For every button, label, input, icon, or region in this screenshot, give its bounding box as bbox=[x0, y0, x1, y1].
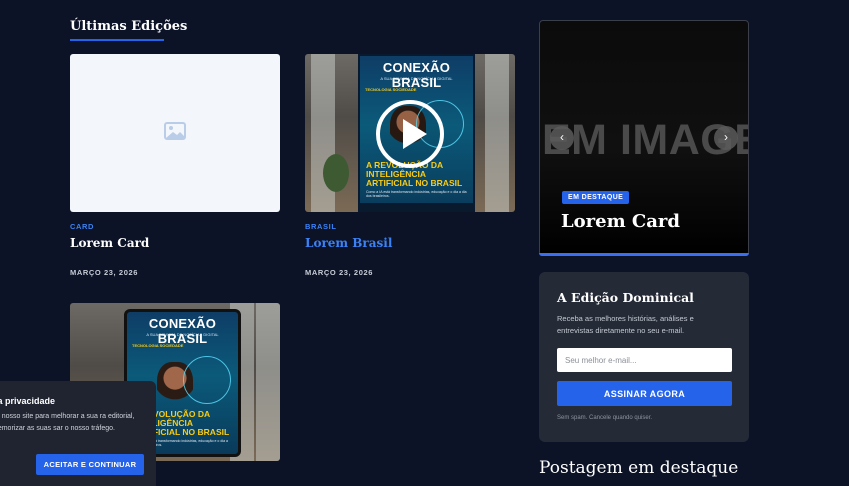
email-input[interactable] bbox=[557, 348, 732, 372]
magazine-tag: TECNOLOGIA SOCIEDADE bbox=[132, 343, 184, 348]
card-thumbnail-placeholder[interactable] bbox=[70, 54, 280, 212]
play-button[interactable] bbox=[376, 100, 444, 168]
newsletter-description: Receba as melhores histórias, análises e… bbox=[557, 314, 694, 335]
chevron-left-icon[interactable]: ‹ bbox=[550, 126, 574, 150]
magazine-subtitle: A SUA REVISTA DE NOTÍCIAS DIGITAL bbox=[146, 332, 219, 337]
magazine-title: CONEXÃO BRASIL bbox=[382, 60, 451, 90]
newsletter-box: A Edição Dominical Receba as melhores hi… bbox=[539, 272, 749, 442]
card-category[interactable]: CARD bbox=[70, 222, 94, 231]
image-placeholder-icon bbox=[164, 122, 186, 140]
magazine-footer bbox=[360, 203, 473, 210]
magazine-hologram bbox=[183, 356, 231, 404]
card-date: MARÇO 23, 2026 bbox=[305, 268, 374, 277]
privacy-text: no nosso site para melhorar a sua ra edi… bbox=[0, 413, 135, 432]
privacy-popup: ua privacidade no nosso site para melhor… bbox=[0, 381, 156, 486]
card-title[interactable]: Lorem Card bbox=[70, 236, 149, 250]
magazine-subtitle: A SUA REVISTA DE NOTÍCIAS DIGITAL bbox=[380, 76, 453, 81]
slide-title[interactable]: Lorem Card bbox=[561, 211, 680, 232]
subscribe-button[interactable]: ASSINAR AGORA bbox=[557, 381, 732, 406]
slider-progress-bar bbox=[539, 253, 749, 256]
card-date: MARÇO 23, 2026 bbox=[70, 268, 139, 277]
card-thumbnail-video[interactable]: CONEXÃO BRASIL A SUA REVISTA DE NOTÍCIAS… bbox=[305, 54, 515, 212]
play-icon bbox=[403, 119, 427, 149]
background-plant bbox=[323, 154, 349, 192]
newsletter-title: A Edição Dominical bbox=[557, 290, 694, 305]
accept-button[interactable]: ACEITAR E CONTINUAR bbox=[36, 454, 144, 475]
chevron-right-icon[interactable]: › bbox=[714, 126, 738, 150]
background-window bbox=[485, 54, 509, 212]
card-title[interactable]: Lorem Brasil bbox=[305, 236, 392, 250]
section-underline bbox=[70, 39, 164, 41]
newsletter-note: Sem spam. Cancele quando quiser. bbox=[557, 415, 653, 421]
privacy-title: ua privacidade bbox=[0, 396, 56, 406]
card-category[interactable]: BRASIL bbox=[305, 222, 337, 231]
magazine-title: CONEXÃO BRASIL bbox=[148, 316, 217, 346]
featured-slider[interactable]: EM IMAGE ‹ › EM DESTAQUE Lorem Card bbox=[539, 20, 749, 256]
magazine-description: Como a IA está transformando indústrias,… bbox=[366, 190, 467, 198]
featured-badge: EM DESTAQUE bbox=[562, 191, 630, 204]
magazine-tag: TECNOLOGIA SOCIEDADE bbox=[365, 87, 417, 92]
background-window bbox=[256, 303, 280, 461]
featured-heading: Postagem em destaque bbox=[539, 458, 739, 478]
section-title: Últimas Edições bbox=[70, 19, 188, 34]
